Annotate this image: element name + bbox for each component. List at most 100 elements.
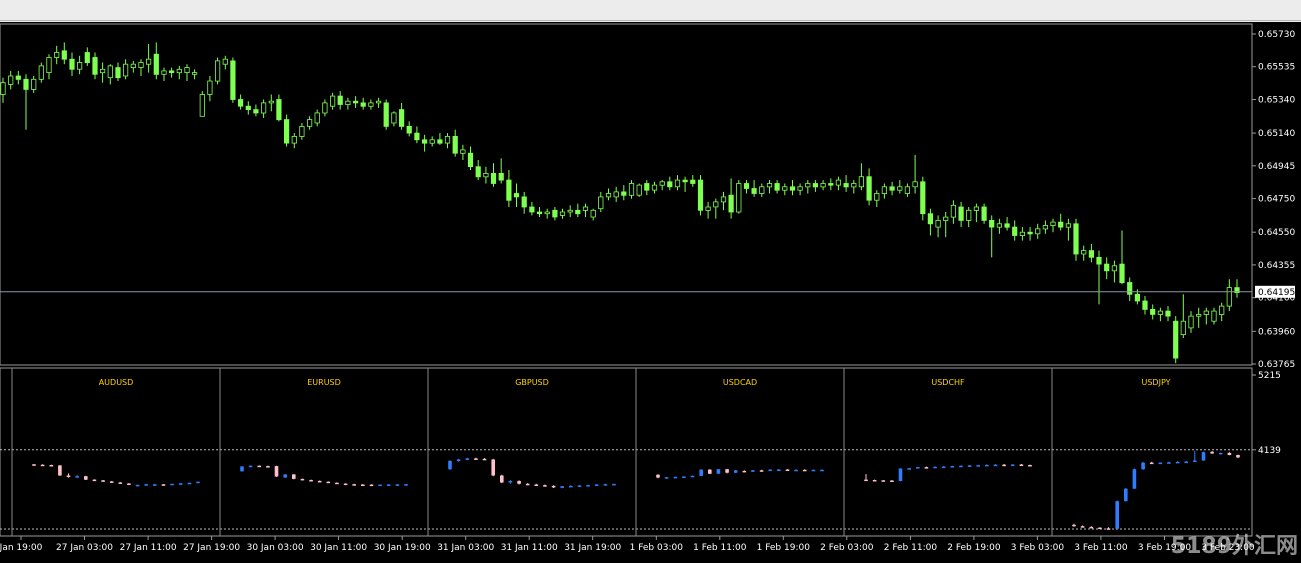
mini-candle-body [898,468,903,481]
mini-candle-body [1002,464,1006,467]
candle-body [467,152,474,167]
mini-candle-body [92,479,97,482]
mini-candle-body [890,480,894,482]
candle-body [31,78,37,90]
mini-candle-body [309,480,313,482]
price-label: 0.63960 [1258,327,1295,337]
candle-body [950,204,957,218]
mini-candle-body [551,485,556,488]
candle-body [260,102,267,114]
candle-body [123,63,129,77]
candle-body [590,209,596,218]
candle-body [751,188,757,194]
candle-body [943,216,949,221]
mini-candle-body [708,469,712,474]
candle-body [912,181,918,188]
mini-candle-body [369,484,374,487]
price-candle [383,99,389,130]
mini-candle-body [118,482,123,484]
candle-body [920,181,926,215]
candle-body [720,196,727,203]
mini-candle-body [1227,452,1232,455]
candle-body [674,179,681,188]
candle-body [352,100,359,104]
candle-body [1104,263,1110,272]
candle-body [429,139,435,144]
candle-body [92,57,98,75]
price-candle [1073,218,1079,261]
mini-candle-body [777,469,781,471]
candle-body [1119,263,1125,284]
mini-candle-body [49,465,54,467]
mini-candle-body [517,481,521,484]
mini-candle-body [594,484,599,486]
candle-body [935,219,941,228]
mini-candle-body [317,480,322,483]
candle-body [828,183,834,186]
mini-candle-body [1098,527,1102,530]
candle-body [1142,300,1148,310]
mini-candle-body [933,466,937,469]
candle-body [1073,223,1079,255]
candle-body [222,58,228,65]
candle-body [759,186,765,194]
mini-candle-body [361,484,365,486]
candle-body [161,70,167,75]
candle-body [1019,231,1026,236]
mini-candle-body [352,484,356,486]
candle-body [1050,221,1056,226]
candle-body [1004,223,1010,228]
chart-canvas[interactable]: 0.65730 0.65535 0.65340 0.65140 0.64945 0.647… [0,0,1301,563]
candle-body [544,211,550,215]
mini-candle-body [448,460,452,470]
time-label: 30 Jan 11:00 [310,543,367,553]
candle-body [621,191,627,196]
candle-body [77,62,83,70]
candle-body [414,132,420,141]
time-label: 31 Jan 11:00 [501,543,558,553]
candle-body [1219,305,1225,315]
symbol-label: GBPUSD [515,378,549,387]
candle-body [498,172,504,181]
mini-candle-body [881,480,886,482]
watermark-logo: 5189外汇网 [1171,533,1298,559]
candle-body [130,63,136,68]
candle-body [23,78,29,90]
mini-candle-body [742,470,747,473]
mini-candle-body [135,484,140,487]
mini-candle-body [500,475,504,483]
candle-body [981,206,987,221]
mini-candle-body [794,469,798,472]
candle-body [1081,250,1087,255]
mini-candle-body [1141,462,1145,470]
candle-body [444,135,451,144]
price-chart[interactable] [0,23,1253,366]
candle-body [421,139,428,144]
mini-candle-body [482,458,487,461]
symbol-label: USDJPY [1142,378,1171,387]
mini-candle-body [785,469,790,471]
candle-body [697,179,704,211]
candle-body [452,135,458,154]
price-label: 0.64550 [1258,228,1295,238]
candle-body [214,60,221,82]
time-label: 2 Feb 03:00 [820,543,874,553]
candle-body [805,183,811,188]
candle-body [644,183,650,191]
candle-body [145,58,152,65]
time-label: 31 Jan 03:00 [437,543,494,553]
candle-body [598,196,604,210]
candle-body [329,95,336,107]
candle-body [283,119,290,144]
price-candle [736,180,742,214]
mini-candle-body [543,485,547,487]
candle-body [299,126,305,137]
time-label: 31 Jan 19:00 [564,543,621,553]
mini-candle-body [257,465,262,468]
price-label: 0.64945 [1258,162,1295,172]
mini-candle-body [32,464,36,466]
mini-candle-body [491,459,495,476]
candle-body [966,209,972,221]
candle-body [291,135,297,144]
currency-panel[interactable]: AUDUSD EURUSD GBPUSD USDCAD USDCHF USDJPY [0,367,1253,537]
